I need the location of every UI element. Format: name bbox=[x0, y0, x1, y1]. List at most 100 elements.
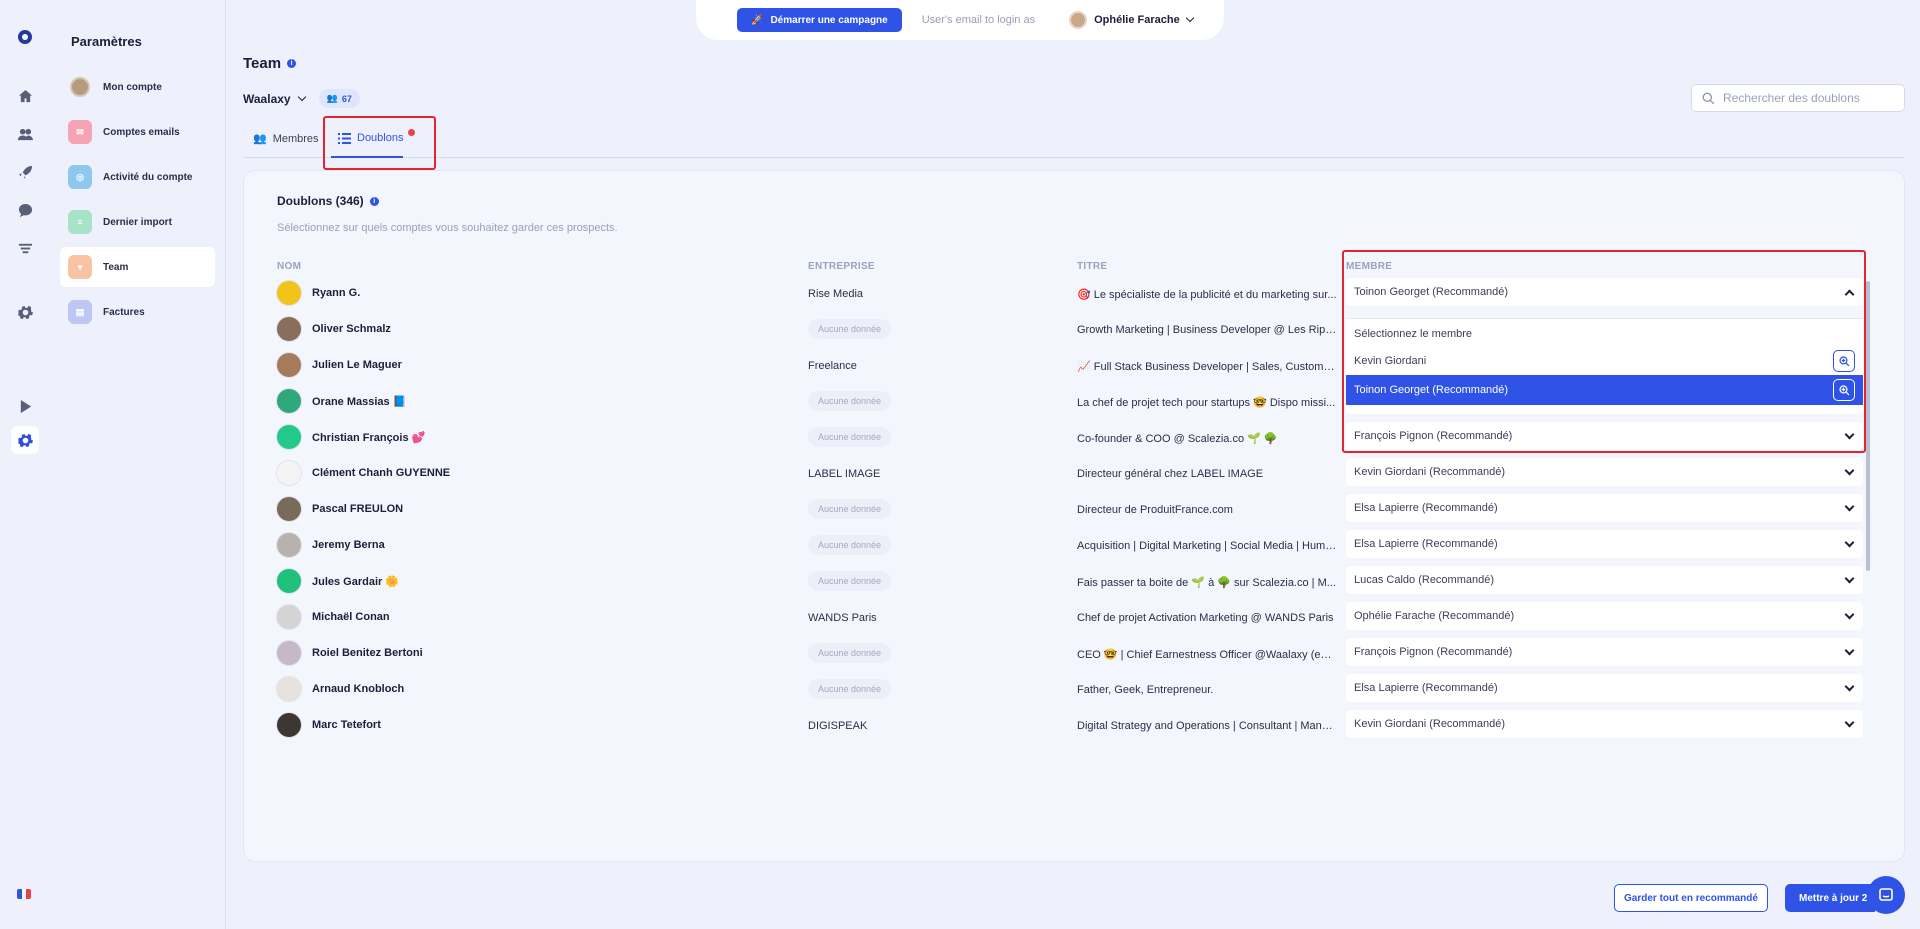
settings-item-email-accounts[interactable]: ✉ Comptes emails bbox=[60, 112, 215, 152]
row-title: 🎯 Le spécialiste de la publicité et du m… bbox=[1077, 289, 1337, 301]
settings-active-icon[interactable] bbox=[11, 426, 39, 454]
duplicate-search[interactable] bbox=[1691, 84, 1905, 112]
avatar bbox=[276, 676, 302, 702]
table-row: Jeremy Berna Aucune donnée Acquisition | D… bbox=[276, 526, 1876, 562]
settings-item-team[interactable]: ♥ Team bbox=[60, 247, 215, 287]
user-menu[interactable]: Ophélie Farache bbox=[1069, 11, 1194, 29]
row-name: Oliver Schmalz bbox=[276, 316, 391, 342]
table-row: Pascal FREULON Aucune donnée Directeur de … bbox=[276, 490, 1876, 526]
settings-item-label: Activité du compte bbox=[103, 171, 193, 183]
user-avatar bbox=[1069, 11, 1088, 29]
row-company: Rise Media bbox=[808, 288, 864, 300]
avatar bbox=[276, 640, 302, 666]
row-company: WANDS Paris bbox=[808, 612, 877, 624]
start-campaign-button[interactable]: 🚀 Démarrer une campagne bbox=[737, 8, 902, 32]
users-icon[interactable] bbox=[11, 120, 39, 148]
info-icon[interactable]: i bbox=[287, 59, 297, 68]
settings-item-last-import[interactable]: ≡ Dernier import bbox=[60, 202, 215, 242]
avatar bbox=[276, 460, 302, 486]
tab-members[interactable]: 👥 Membres bbox=[253, 132, 319, 146]
card-title-text: Doublons (346) bbox=[277, 194, 364, 208]
login-as-field[interactable]: User's email to login as bbox=[922, 14, 1035, 26]
no-data-badge: Aucune donnée bbox=[808, 535, 892, 555]
team-name: Waalaxy bbox=[243, 91, 291, 106]
keep-all-recommended-button[interactable]: Garder tout en recommandé bbox=[1614, 884, 1768, 912]
users-icon: 👥 bbox=[253, 133, 267, 145]
chevron-down-icon bbox=[1844, 645, 1855, 655]
email-icon: ✉ bbox=[68, 120, 92, 144]
row-name-text: Christian François 💕 bbox=[312, 431, 426, 444]
member-select[interactable]: Kevin Giordani (Recommandé) bbox=[1346, 710, 1863, 738]
member-select[interactable]: Elsa Lapierre (Recommandé) bbox=[1346, 674, 1863, 702]
chevron-down-icon bbox=[1844, 573, 1855, 583]
row-title: Co-founder & COO @ Scalezia.co 🌱 🌳 bbox=[1077, 433, 1278, 445]
scrollbar[interactable] bbox=[1866, 281, 1870, 571]
member-select[interactable]: Elsa Lapierre (Recommandé) bbox=[1346, 494, 1863, 522]
table-row: Michaël Conan WANDS Paris Chef de projet A… bbox=[276, 598, 1876, 634]
row-company: DIGISPEAK bbox=[808, 720, 868, 732]
icon-rail bbox=[0, 0, 50, 929]
filter-icon[interactable] bbox=[11, 234, 39, 262]
invoice-icon: ▤ bbox=[68, 300, 92, 324]
row-title: La chef de projet tech pour startups 🤓 D… bbox=[1077, 397, 1336, 409]
settings-title: Paramètres bbox=[71, 34, 142, 49]
update-button[interactable]: Mettre à jour 2( bbox=[1785, 884, 1875, 912]
settings-item-invoices[interactable]: ▤ Factures bbox=[60, 292, 215, 332]
member-select[interactable]: Kevin Giordani (Recommandé) bbox=[1346, 458, 1863, 486]
member-select[interactable]: François Pignon (Recommandé) bbox=[1346, 638, 1863, 666]
no-data-badge: Aucune donnée bbox=[808, 427, 892, 447]
avatar bbox=[276, 604, 302, 630]
tab-label: Membres bbox=[272, 132, 319, 145]
waalaxy-logo-icon[interactable] bbox=[18, 30, 32, 44]
rocket-icon[interactable] bbox=[11, 158, 39, 186]
chat-support-button[interactable] bbox=[1867, 876, 1905, 914]
settings-item-my-account[interactable]: Mon compte bbox=[60, 67, 215, 107]
import-icon: ≡ bbox=[68, 210, 92, 234]
highlight-box-tab bbox=[323, 116, 436, 170]
heart-icon: ♥ bbox=[68, 255, 92, 279]
search-input[interactable] bbox=[1723, 91, 1893, 105]
french-flag-icon[interactable] bbox=[17, 889, 31, 899]
row-title: 📈 Full Stack Business Developer | Sales,… bbox=[1077, 361, 1337, 373]
row-name-text: Julien Le Maguer bbox=[312, 359, 402, 371]
row-name: Clément Chanh GUYENNE bbox=[276, 460, 450, 486]
info-icon[interactable]: i bbox=[369, 196, 379, 206]
page-title-text: Team bbox=[243, 55, 282, 72]
row-name-text: Clément Chanh GUYENNE bbox=[312, 467, 451, 479]
chevron-down-icon bbox=[1844, 537, 1855, 547]
chevron-down-icon bbox=[1844, 609, 1855, 619]
row-name-text: Oliver Schmalz bbox=[312, 323, 391, 335]
settings-item-label: Comptes emails bbox=[103, 126, 180, 138]
home-icon[interactable] bbox=[11, 82, 39, 110]
row-name: Jules Gardair 🌼 bbox=[276, 568, 399, 594]
row-title: Directeur général chez LABEL IMAGE bbox=[1077, 468, 1264, 480]
activity-icon: ◎ bbox=[68, 165, 92, 189]
settings-item-account-activity[interactable]: ◎ Activité du compte bbox=[60, 157, 215, 197]
row-title: Acquisition | Digital Marketing | Social… bbox=[1077, 540, 1337, 552]
column-header-company: ENTREPRISE bbox=[808, 261, 875, 272]
member-select[interactable]: Elsa Lapierre (Recommandé) bbox=[1346, 530, 1863, 558]
highlight-box-member bbox=[1342, 250, 1866, 453]
no-data-badge: Aucune donnée bbox=[808, 679, 892, 699]
avatar bbox=[276, 352, 302, 378]
row-title: Directeur de ProduitFrance.com bbox=[1077, 504, 1233, 516]
row-title: Digital Strategy and Operations | Consul… bbox=[1077, 720, 1337, 732]
play-icon[interactable] bbox=[11, 392, 39, 420]
row-name: Ryann G. bbox=[276, 280, 360, 306]
avatar bbox=[276, 568, 302, 594]
member-select[interactable]: Ophélie Farache (Recommandé) bbox=[1346, 602, 1863, 630]
settings-item-label: Mon compte bbox=[103, 81, 162, 93]
team-selector[interactable]: Waalaxy 👥 67 bbox=[243, 89, 360, 108]
member-select[interactable]: Lucas Caldo (Recommandé) bbox=[1346, 566, 1863, 594]
member-select-value: Kevin Giordani (Recommandé) bbox=[1354, 718, 1506, 730]
row-name-text: Ryann G. bbox=[312, 287, 361, 299]
settings-icon[interactable] bbox=[11, 298, 39, 326]
row-name: Marc Tetefort bbox=[276, 712, 381, 738]
chat-icon[interactable] bbox=[11, 196, 39, 224]
column-header-name: NOM bbox=[277, 261, 302, 272]
card-subtitle: Sélectionnez sur quels comptes vous souh… bbox=[277, 222, 618, 234]
table-row: Arnaud Knobloch Aucune donnée Father, Geek… bbox=[276, 670, 1876, 706]
row-name: Julien Le Maguer bbox=[276, 352, 402, 378]
settings-sidebar: Paramètres Mon compte ✉ Comptes emails ◎… bbox=[50, 0, 226, 929]
start-campaign-label: Démarrer une campagne bbox=[770, 14, 888, 26]
